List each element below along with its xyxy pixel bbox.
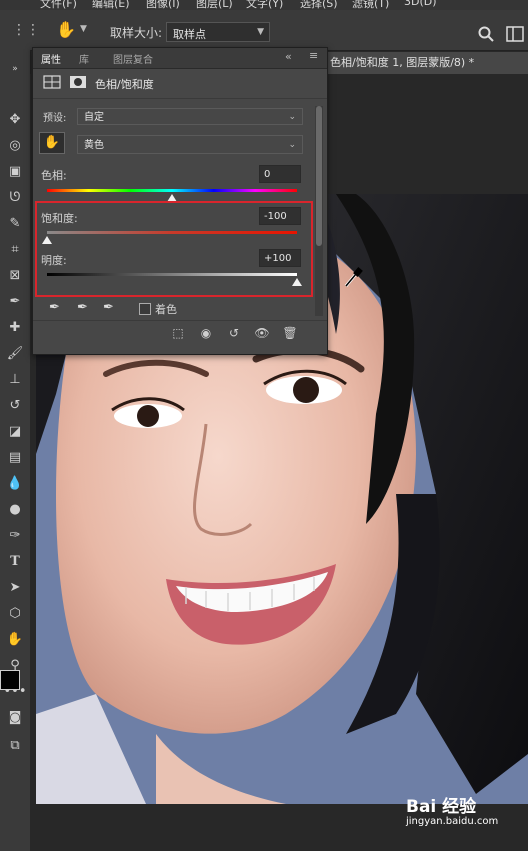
chevron-down-icon: ▼	[257, 27, 264, 37]
marquee-tool-icon[interactable]: ▣	[4, 160, 26, 182]
channel-select[interactable]: 黄色 ⌄	[77, 135, 303, 154]
collapse-panel-icon[interactable]: «	[285, 50, 292, 63]
shape-tool-icon[interactable]: ⬡	[4, 602, 26, 624]
stamp-tool-icon[interactable]: ⊥	[4, 368, 26, 390]
sample-size-select[interactable]: 取样点 ▼	[166, 22, 270, 42]
tools-panel: » ✥ ◎ ▣ ᘎ ✎ ⌗ ⊠ ✒ ✚ 🖌 ⊥ ↺ ◪ ▤ 💧 ● ✑ T ➤ …	[0, 50, 31, 851]
visibility-eye-icon[interactable]: 👁	[253, 326, 271, 342]
menu-select[interactable]: 选择(S)	[300, 0, 338, 10]
watermark-brand: Bai 经验	[406, 797, 477, 817]
foreground-color-swatch[interactable]	[0, 670, 20, 690]
gradient-tool-icon[interactable]: ▤	[4, 446, 26, 468]
hue-value-input[interactable]: 0	[259, 165, 301, 183]
healing-brush-icon[interactable]: ✚	[4, 316, 26, 338]
document-tab[interactable]: 色相/饱和度 1, 图层蒙版/8) *	[326, 52, 528, 74]
divider	[33, 320, 327, 321]
colorize-checkbox[interactable]	[139, 303, 151, 315]
quick-select-icon[interactable]: ✎	[4, 212, 26, 234]
dodge-tool-icon[interactable]: ●	[4, 498, 26, 520]
type-tool-icon[interactable]: T	[4, 550, 26, 572]
tab-libraries[interactable]: 库	[79, 51, 89, 66]
pen-tool-icon[interactable]: ✑	[4, 524, 26, 546]
targeted-adjustment-icon[interactable]: ✋	[39, 132, 65, 154]
history-brush-icon[interactable]: ↺	[4, 394, 26, 416]
scrollbar-thumb[interactable]	[316, 106, 322, 246]
eyedropper-cursor-icon	[344, 267, 363, 287]
sample-size-value: 取样点	[173, 28, 206, 41]
chevron-down-icon: ⌄	[288, 140, 296, 150]
menu-type[interactable]: 文字(Y)	[246, 0, 283, 10]
panel-menu-icon[interactable]: ≡	[309, 49, 318, 62]
divider	[33, 98, 327, 99]
menu-filter[interactable]: 滤镜(T)	[352, 0, 389, 10]
preset-label: 预设:	[43, 113, 67, 124]
artboard-icon[interactable]: ◎	[4, 134, 26, 156]
eyedropper-tool-icon[interactable]: ✒	[4, 290, 26, 312]
workspace-icon[interactable]	[506, 26, 524, 42]
adjustment-layer-icon	[43, 75, 61, 89]
menu-3d[interactable]: 3D(D)	[404, 0, 437, 8]
quick-mask-icon[interactable]: ◙	[4, 706, 26, 728]
hue-label: 色相:	[41, 169, 67, 182]
frame-tool-icon[interactable]: ⊠	[4, 264, 26, 286]
view-previous-state-icon[interactable]: ◉	[197, 326, 215, 342]
reset-icon[interactable]: ↺	[225, 326, 243, 342]
eyedropper-add-icon[interactable]: ✒	[77, 300, 88, 315]
highlight-box	[35, 201, 313, 297]
menu-image[interactable]: 图像(I)	[146, 0, 180, 10]
watermark-url: jingyan.baidu.com	[406, 816, 499, 827]
grip-icon: ⋮⋮	[12, 22, 40, 38]
menu-edit[interactable]: 编辑(E)	[92, 0, 130, 10]
layer-mask-icon[interactable]	[69, 75, 87, 89]
brush-tool-icon[interactable]: 🖌	[4, 342, 26, 364]
colorize-label: 着色	[155, 303, 177, 316]
crop-tool-icon[interactable]: ⌗	[4, 238, 26, 260]
search-icon[interactable]	[478, 26, 494, 42]
preset-value: 自定	[84, 112, 104, 123]
tab-properties[interactable]: 属性	[41, 51, 61, 66]
menu-layer[interactable]: 图层(L)	[196, 0, 233, 10]
menu-file[interactable]: 文件(F)	[40, 0, 77, 10]
hand-dropper-icon[interactable]: ✋	[56, 20, 76, 39]
clip-to-layer-icon[interactable]: ⬚	[169, 326, 187, 342]
hand-tool-icon[interactable]: ✋	[4, 628, 26, 650]
move-tool-icon[interactable]: ✥	[4, 108, 26, 130]
tab-layer-comps[interactable]: 图层复合	[113, 51, 153, 66]
delete-icon[interactable]: 🗑	[281, 326, 299, 342]
menu-bar: 文件(F) 编辑(E) 图像(I) 图层(L) 文字(Y) 选择(S) 滤镜(T…	[0, 0, 528, 10]
lasso-tool-icon[interactable]: ᘎ	[4, 186, 26, 208]
options-bar: ⋮⋮ ✋ ▼ 取样大小: 取样点 ▼	[0, 10, 528, 51]
eyedropper-icon[interactable]: ✒	[49, 300, 60, 315]
chevron-down-icon: ⌄	[288, 112, 296, 122]
eraser-tool-icon[interactable]: ◪	[4, 420, 26, 442]
screen-mode-icon[interactable]: ⧉	[4, 734, 26, 756]
channel-value: 黄色	[84, 140, 104, 151]
path-select-icon[interactable]: ➤	[4, 576, 26, 598]
blur-tool-icon[interactable]: 💧	[4, 472, 26, 494]
hue-slider-track[interactable]	[47, 189, 297, 192]
panel-tab-bar: 属性 库 图层复合 « ≡	[33, 48, 327, 69]
eyedropper-subtract-icon[interactable]: ✒	[103, 300, 114, 315]
panel-title: 色相/饱和度	[95, 78, 154, 91]
baidu-watermark: Bai 经验 jingyan.baidu.com	[400, 790, 528, 830]
collapse-icon[interactable]: »	[4, 58, 26, 80]
chevron-down-icon[interactable]: ▼	[80, 24, 87, 34]
preset-select[interactable]: 自定 ⌄	[77, 108, 303, 125]
panel-scrollbar[interactable]	[315, 106, 323, 316]
sample-size-label: 取样大小:	[110, 26, 163, 40]
